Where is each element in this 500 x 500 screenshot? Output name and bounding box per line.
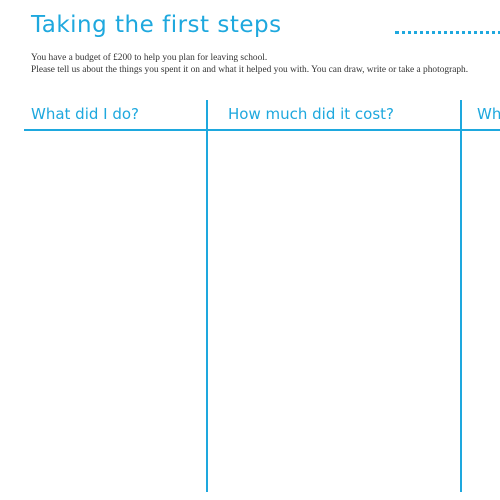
answer-area-cost[interactable]: [209, 132, 459, 490]
answer-area-third-column[interactable]: [463, 132, 500, 490]
intro-line-instructions: Please tell us about the things you spen…: [31, 64, 469, 75]
column-divider: [460, 100, 462, 492]
intro-text: You have a budget of £200 to help you pl…: [31, 53, 468, 76]
name-write-in-line[interactable]: [395, 31, 500, 34]
column-divider: [206, 100, 208, 492]
column-header-cost: How much did it cost?: [228, 105, 395, 123]
answer-area-what-did-i-do[interactable]: [24, 132, 205, 490]
column-header-what-did-i-do: What did I do?: [31, 105, 140, 123]
page-title: Taking the first steps: [31, 12, 282, 38]
intro-line-budget: You have a budget of £200 to help you pl…: [31, 53, 268, 63]
header-rule: [24, 129, 500, 131]
column-header-partial: Wh: [477, 105, 500, 123]
worksheet-page: Taking the first steps You have a budget…: [0, 0, 500, 500]
